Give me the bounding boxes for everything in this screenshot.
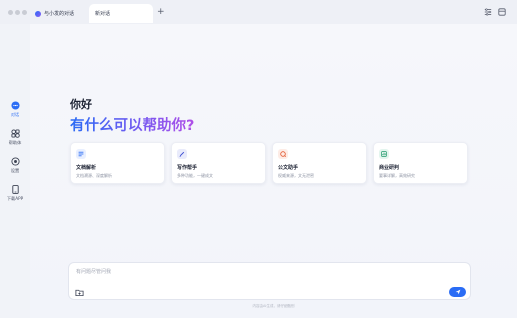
- sidebar-item-agents[interactable]: 帮助体: [0, 128, 30, 146]
- card-description: 要事详解，高效研究: [379, 173, 415, 178]
- chart-icon: [379, 149, 389, 159]
- card-description: 文档溯源、深度解析: [76, 173, 112, 178]
- chat-input-box[interactable]: 有问题尽管问我: [68, 262, 471, 300]
- window-close-dot[interactable]: [8, 10, 13, 15]
- chat-input[interactable]: 有问题尽管问我: [76, 268, 111, 275]
- ai-disclaimer: 内容由AI生成，请仔细甄别: [252, 304, 295, 308]
- tab-label: 与小发的对话: [44, 11, 75, 17]
- card-official-docs[interactable]: 公文助手 权威来源，文无泄密: [272, 142, 367, 184]
- phone-download-icon: [10, 184, 20, 194]
- tab-new-chat[interactable]: 新对话: [89, 4, 153, 23]
- tab-previous-chat[interactable]: 与小发的对话: [31, 4, 86, 23]
- sidebar-item-label: 设置: [10, 168, 20, 173]
- new-tab-button[interactable]: +: [157, 6, 165, 18]
- list-settings-icon[interactable]: [484, 8, 492, 16]
- sidebar-item-label: 对话: [10, 112, 20, 117]
- tab-label: 新对话: [95, 11, 111, 17]
- app-window: 与小发的对话 新对话 + 对话 帮助体 设置 下载APP 你好 有什么可以帮助你…: [0, 0, 517, 318]
- send-button[interactable]: [449, 287, 466, 297]
- chat-bubble-icon: [10, 100, 20, 110]
- settings-icon: [10, 156, 20, 166]
- window-maximize-dot[interactable]: [22, 10, 27, 15]
- card-title: 商业研判: [379, 165, 400, 171]
- app-logo-icon: [35, 10, 41, 17]
- agents-icon: [10, 128, 20, 138]
- document-icon: [76, 149, 86, 159]
- sidebar: 对话 帮助体 设置 下载APP: [0, 24, 30, 318]
- sidebar-item-chat[interactable]: 对话: [0, 100, 30, 118]
- seal-icon: [278, 149, 288, 159]
- window-minimize-dot[interactable]: [15, 10, 20, 15]
- title-bar: 与小发的对话 新对话 +: [0, 0, 517, 25]
- send-icon: [455, 289, 460, 295]
- sidebar-item-label: 帮助体: [8, 140, 22, 145]
- card-document-parsing[interactable]: 文档解析 文档溯源、深度解析: [70, 142, 165, 184]
- panel-toggle-icon[interactable]: [498, 8, 506, 16]
- greeting: 你好: [70, 98, 92, 111]
- main-panel: 你好 有什么可以帮助你? 文档解析 文档溯源、深度解析 写作帮手 多种功能，一键…: [30, 24, 517, 318]
- sidebar-item-label: 下载APP: [6, 196, 24, 201]
- card-description: 权威来源，文无泄密: [278, 173, 314, 178]
- card-business-analysis[interactable]: 商业研判 要事详解，高效研究: [373, 142, 468, 184]
- sidebar-item-settings[interactable]: 设置: [0, 156, 30, 174]
- card-title: 公文助手: [278, 165, 299, 171]
- headline: 有什么可以帮助你?: [70, 114, 194, 135]
- folder-upload-icon[interactable]: [75, 288, 84, 297]
- card-writing-helper[interactable]: 写作帮手 多种功能，一键成文: [171, 142, 266, 184]
- pen-icon: [177, 149, 187, 159]
- card-title: 写作帮手: [177, 165, 198, 171]
- card-title: 文档解析: [76, 165, 97, 171]
- sidebar-item-download-app[interactable]: 下载APP: [0, 184, 30, 202]
- card-description: 多种功能，一键成文: [177, 173, 213, 178]
